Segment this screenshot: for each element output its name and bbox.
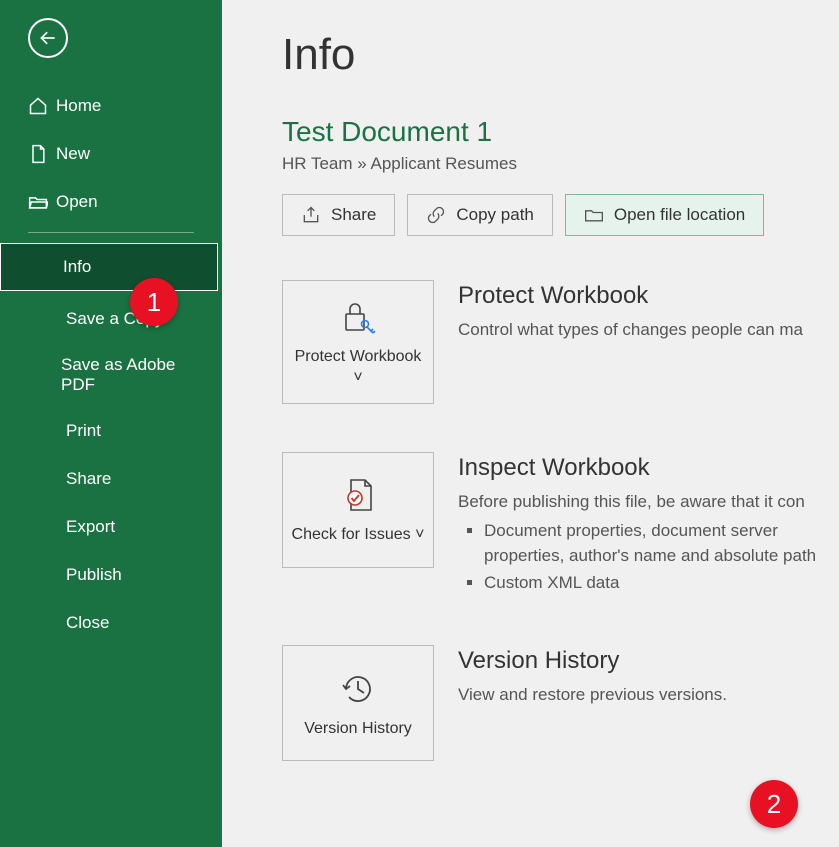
sidebar-item-label: Share <box>66 469 111 489</box>
sidebar-item-label: Open <box>56 192 98 212</box>
open-file-location-button[interactable]: Open file location <box>565 194 764 236</box>
protect-workbook-desc: Control what types of changes people can… <box>458 318 839 342</box>
version-history-section: Version History Version History View and… <box>282 645 839 761</box>
sidebar-item-label: Print <box>66 421 101 441</box>
folder-icon <box>584 205 604 225</box>
share-button-label: Share <box>331 205 376 225</box>
breadcrumb: HR Team » Applicant Resumes <box>282 154 839 174</box>
sidebar-item-label: Close <box>66 613 109 633</box>
home-icon <box>28 96 56 116</box>
page-title: Info <box>282 30 839 80</box>
protect-workbook-section: Protect Workbook ˅ Protect Workbook Cont… <box>282 280 839 404</box>
inspect-workbook-section: Check for Issues ˅ Inspect Workbook Befo… <box>282 452 839 598</box>
sidebar-item-share[interactable]: Share <box>0 455 222 503</box>
protect-workbook-button-label: Protect Workbook ˅ <box>291 347 425 389</box>
copy-path-button[interactable]: Copy path <box>407 194 553 236</box>
sidebar-item-export[interactable]: Export <box>0 503 222 551</box>
sidebar-item-save-adobe-pdf[interactable]: Save as Adobe PDF <box>0 343 222 407</box>
sidebar-item-label: Home <box>56 96 101 116</box>
open-file-location-label: Open file location <box>614 205 745 225</box>
sidebar-item-home[interactable]: Home <box>0 82 222 130</box>
annotation-callout-2: 2 <box>750 780 798 828</box>
copy-path-button-label: Copy path <box>456 205 534 225</box>
folder-open-icon <box>28 192 56 212</box>
protect-workbook-button[interactable]: Protect Workbook ˅ <box>282 280 434 404</box>
sidebar-item-print[interactable]: Print <box>0 407 222 455</box>
sidebar-item-open[interactable]: Open <box>0 178 222 226</box>
sidebar-divider <box>28 232 194 233</box>
sidebar-item-label: New <box>56 144 90 164</box>
share-icon <box>301 205 321 225</box>
info-action-row: Share Copy path Open file location <box>282 194 839 236</box>
list-item: Custom XML data <box>484 571 839 596</box>
sidebar-item-new[interactable]: New <box>0 130 222 178</box>
sidebar-item-info[interactable]: Info <box>0 243 218 291</box>
sidebar-item-publish[interactable]: Publish <box>0 551 222 599</box>
sidebar-item-label: Publish <box>66 565 122 585</box>
check-doc-icon <box>337 473 379 517</box>
inspect-workbook-list: Document properties, document server pro… <box>458 519 839 595</box>
back-button[interactable] <box>28 18 68 58</box>
sidebar-item-save-copy[interactable]: Save a Copy <box>0 295 222 343</box>
inspect-workbook-desc: Before publishing this file, be aware th… <box>458 490 839 514</box>
inspect-workbook-heading: Inspect Workbook <box>458 454 839 482</box>
new-doc-icon <box>28 144 56 164</box>
version-history-button[interactable]: Version History <box>282 645 434 761</box>
sidebar-item-label: Info <box>63 257 91 277</box>
list-item: Document properties, document server pro… <box>484 519 839 568</box>
version-history-desc: View and restore previous versions. <box>458 683 839 707</box>
sidebar-item-label: Save as Adobe PDF <box>61 355 194 395</box>
check-for-issues-button[interactable]: Check for Issues ˅ <box>282 452 434 568</box>
sidebar-item-label: Export <box>66 517 115 537</box>
lock-key-icon <box>337 295 379 339</box>
version-history-button-label: Version History <box>304 719 412 740</box>
sidebar-item-close[interactable]: Close <box>0 599 222 647</box>
back-arrow-icon <box>38 28 58 48</box>
version-history-heading: Version History <box>458 647 839 675</box>
history-clock-icon <box>337 667 379 711</box>
link-icon <box>426 205 446 225</box>
annotation-callout-1: 1 <box>130 278 178 326</box>
protect-workbook-heading: Protect Workbook <box>458 282 839 310</box>
info-panel: Info Test Document 1 HR Team » Applicant… <box>222 0 839 847</box>
share-button[interactable]: Share <box>282 194 395 236</box>
backstage-sidebar: Home New Open Info <box>0 0 222 847</box>
check-for-issues-button-label: Check for Issues ˅ <box>292 525 425 546</box>
document-title: Test Document 1 <box>282 116 839 148</box>
